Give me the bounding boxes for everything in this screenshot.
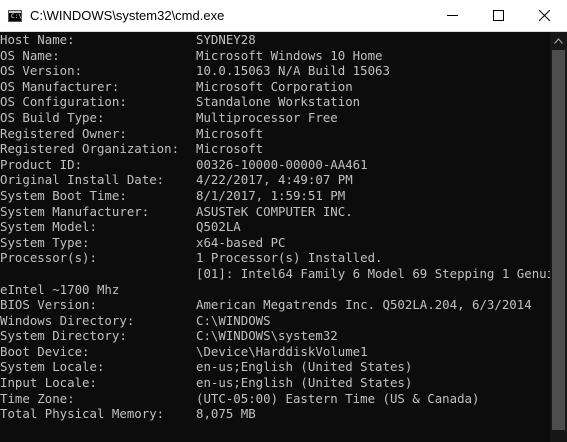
console-line: OS Configuration: Standalone Workstation (0, 94, 550, 110)
line-value: Standalone Workstation (196, 94, 361, 110)
console-line: Registered Organization: Microsoft (0, 141, 550, 157)
line-value: x64-based PC (196, 234, 286, 250)
console-line: Original Install Date: 4/22/2017, 4:49:07… (0, 172, 550, 188)
line-value: 1 Processor(s) Installed. (196, 250, 383, 266)
console-line: Product ID: 00326-10000-00000-AA461 (0, 157, 550, 173)
line-value: Microsoft (196, 141, 264, 157)
line-value: 4/22/2017, 4:49:07 PM (196, 172, 353, 188)
line-value: \Device\HarddiskVolume1 (196, 343, 368, 359)
line-value: Microsoft Corporation (196, 78, 353, 94)
line-label: System Locale: (0, 359, 105, 375)
line-label: System Manufacturer: (0, 203, 150, 219)
scroll-thumb[interactable] (552, 50, 565, 430)
console-line: System Locale: en-us;English (United Stat… (0, 359, 550, 375)
line-label: Processor(s): (0, 250, 97, 266)
line-label: System Type: (0, 234, 90, 250)
console-line: OS Build Type: Multiprocessor Free (0, 110, 550, 126)
line-value: [01]: Intel64 Family 6 Model 69 Stepping… (196, 265, 550, 281)
console-line: [01]: Intel64 Family 6 Model 69 Stepping… (0, 266, 550, 282)
console-line: OS Version: 10.0.15063 N/A Build 15063 (0, 63, 550, 79)
line-value: (UTC-05:00) Eastern Time (US & Canada) (196, 390, 480, 406)
line-label: Input Locale: (0, 375, 97, 391)
console-output[interactable]: Host Name: SYDNEY28 OS Name: Microsoft Wind… (0, 32, 550, 442)
console-line: Host Name: SYDNEY28 (0, 32, 550, 48)
console-line: System Type: x64-based PC (0, 235, 550, 251)
app-icon-prompt: C:\ (11, 12, 22, 20)
line-label: eIntel ~1700 Mhz (0, 281, 120, 297)
line-label: OS Configuration: (0, 94, 127, 110)
vertical-scrollbar[interactable] (550, 32, 567, 442)
line-value: 8,075 MB (196, 406, 256, 422)
chevron-up-icon (554, 37, 563, 44)
console-line: Input Locale: en-us;English (United State… (0, 375, 550, 391)
console-line: BIOS Version: American Megatrends Inc. Q5… (0, 297, 550, 313)
line-label: System Boot Time: (0, 187, 127, 203)
line-label: Product ID: (0, 156, 83, 172)
line-value: American Megatrends Inc. Q502LA.204, 6/3… (196, 297, 532, 313)
console-line: OS Name: Microsoft Windows 10 Home (0, 48, 550, 64)
title-bar[interactable]: C:\ C:\WINDOWS\system32\cmd.exe (0, 0, 567, 32)
line-value: Multiprocessor Free (196, 109, 338, 125)
console-line: Processor(s): 1 Processor(s) Installed. (0, 250, 550, 266)
console-line: Boot Device: \Device\HarddiskVolume1 (0, 344, 550, 360)
minimize-icon (446, 15, 458, 16)
cmd-app-icon[interactable]: C:\ (8, 9, 22, 22)
line-label: Registered Organization: (0, 141, 180, 157)
line-value: 00326-10000-00000-AA461 (196, 156, 368, 172)
console-line: System Model: Q502LA (0, 219, 550, 235)
maximize-button[interactable] (475, 0, 521, 31)
line-value: Microsoft Windows 10 Home (196, 47, 383, 63)
line-label: BIOS Version: (0, 297, 97, 313)
line-value: en-us;English (United States) (196, 359, 413, 375)
line-value: 8/1/2017, 1:59:51 PM (196, 187, 346, 203)
line-label: OS Build Type: (0, 109, 105, 125)
console-line: System Directory: C:\WINDOWS\system32 (0, 328, 550, 344)
line-label: Original Install Date: (0, 172, 165, 188)
line-label: Registered Owner: (0, 125, 127, 141)
console-line: System Boot Time: 8/1/2017, 1:59:51 PM (0, 188, 550, 204)
close-icon (538, 10, 550, 21)
line-value: Microsoft (196, 125, 264, 141)
minimize-button[interactable] (429, 0, 475, 31)
console-line: OS Manufacturer: Microsoft Corporation (0, 79, 550, 95)
line-label: OS Name: (0, 47, 60, 63)
line-label: Total Physical Memory: (0, 406, 165, 422)
line-label: Boot Device: (0, 343, 90, 359)
console-line: Time Zone: (UTC-05:00) Eastern Time (US &… (0, 391, 550, 407)
line-label: System Directory: (0, 328, 127, 344)
window-title: C:\WINDOWS\system32\cmd.exe (30, 8, 225, 23)
line-label: System Model: (0, 219, 97, 235)
line-value: C:\WINDOWS\system32 (196, 328, 338, 344)
line-label: Host Name: (0, 32, 75, 47)
line-value: ASUSTeK COMPUTER INC. (196, 203, 353, 219)
console-line: Registered Owner: Microsoft (0, 126, 550, 142)
line-value: SYDNEY28 (196, 32, 256, 47)
line-label: Time Zone: (0, 390, 75, 406)
line-value: Q502LA (196, 219, 241, 235)
line-label: Windows Directory: (0, 312, 135, 328)
console-line: Windows Directory: C:\WINDOWS (0, 313, 550, 329)
console-line: System Manufacturer: ASUSTeK COMPUTER INC… (0, 204, 550, 220)
close-button[interactable] (521, 0, 567, 31)
console-line: Total Physical Memory: 8,075 MB (0, 406, 550, 422)
line-label: OS Manufacturer: (0, 78, 120, 94)
maximize-icon (492, 10, 504, 21)
scroll-up-button[interactable] (550, 32, 567, 49)
line-label: OS Version: (0, 63, 83, 79)
line-value: en-us;English (United States) (196, 375, 413, 391)
console-line: eIntel ~1700 Mhz (0, 282, 550, 298)
line-value: C:\WINDOWS (196, 312, 271, 328)
line-label (0, 266, 196, 282)
line-value: 10.0.15063 N/A Build 15063 (196, 63, 390, 79)
